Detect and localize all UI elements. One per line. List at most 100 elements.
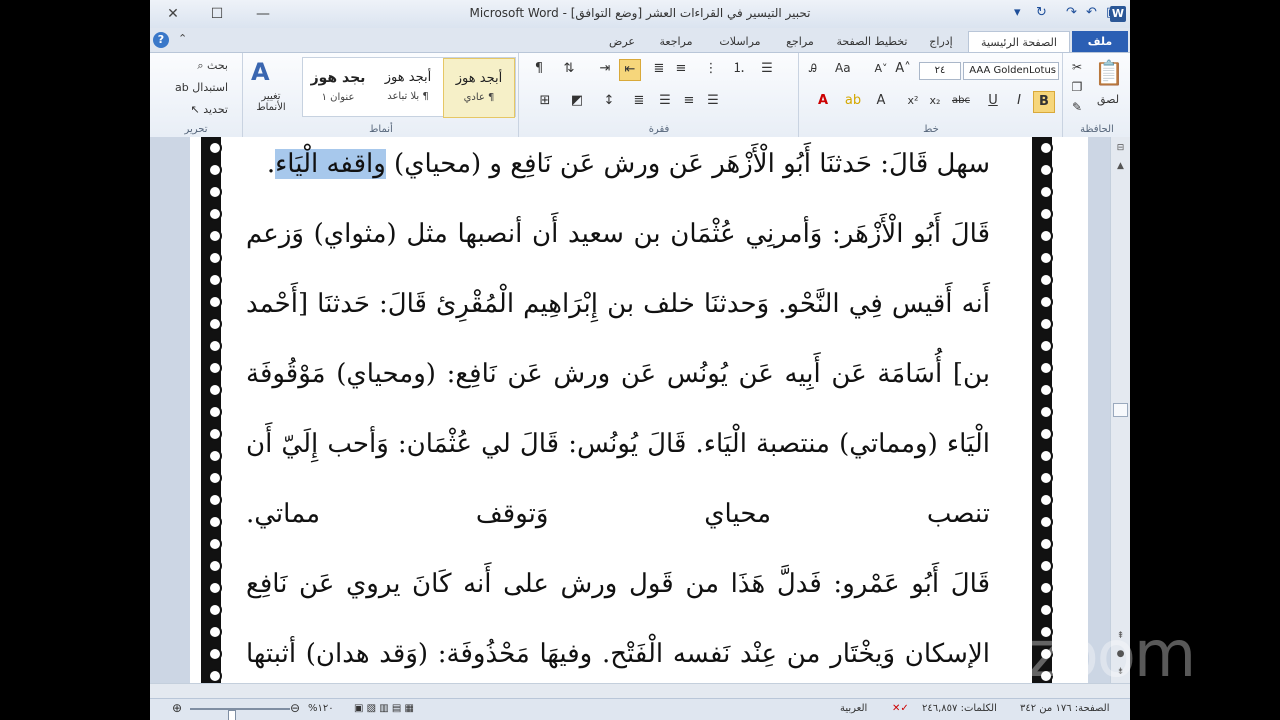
multilevel-list-icon[interactable]: ⋮ (701, 59, 721, 79)
align-right-icon[interactable]: ☰ (655, 91, 675, 111)
select-button[interactable]: تحديد ↖ (191, 103, 229, 116)
proofing-icon[interactable]: ✓✕ (892, 703, 909, 714)
bullet-list-icon[interactable]: ☰ (757, 59, 777, 79)
style-no-spacing[interactable]: أبجد هوز ¶ بلا تباعد (373, 58, 443, 116)
language-status[interactable]: العربية (840, 703, 867, 714)
refresh-icon[interactable]: ↻ (1036, 5, 1047, 20)
subscript-icon[interactable]: x₂ (925, 91, 945, 111)
view-buttons[interactable]: ▦ ▤ ▥ ▧ ▣ (354, 703, 414, 714)
word-logo-icon: W (1110, 6, 1126, 22)
paste-button[interactable]: لصق (1097, 93, 1119, 106)
doc-line-6: تنصب محياي وَتوقف مماتي. (246, 499, 990, 529)
qat-customize-icon[interactable]: ▾ (1014, 5, 1021, 20)
italic-icon[interactable]: I (1009, 91, 1029, 111)
increase-indent-icon[interactable]: ≣ (649, 59, 669, 79)
help-icon[interactable]: ? (153, 32, 169, 48)
page-count[interactable]: الصفحة: ١٧٦ من ٣٤٢ (1020, 703, 1110, 714)
find-button[interactable]: بحث ⌕ (197, 59, 228, 73)
border-flower-icon (1039, 295, 1053, 309)
doc-line-3: أَنه أَقيس فِي النَّحْو. وَحدثنَا خلف بن… (246, 289, 990, 319)
pilcrow-icon[interactable]: ¶ (529, 59, 549, 79)
line-spacing-icon[interactable]: ↕ (599, 91, 619, 111)
style-heading1[interactable]: بجد هوز عنوان ١ (303, 58, 373, 116)
superscript-icon[interactable]: x² (903, 91, 923, 111)
zoom-in-icon[interactable]: ⊕ (172, 701, 182, 715)
border-flower-icon (208, 647, 222, 661)
tab-insert[interactable]: إدراج (918, 31, 964, 52)
doc-line-2: قَالَ أَبُو الْأَزْهَر: وَأمرنِي عُثْمَا… (246, 219, 990, 249)
highlight-icon[interactable]: ab (843, 91, 863, 111)
font-size-box[interactable]: ٢٤ (919, 62, 961, 80)
border-flower-icon (208, 251, 222, 265)
zoom-out-icon[interactable]: ⊖ (290, 701, 300, 715)
zoom-slider[interactable] (190, 708, 290, 720)
group-paragraph: ¶ ⇅ ⇥ ⇤ ≣ ≡ ⋮ ⒈ ☰ ⊞ ◩ ↕ ≣ ☰ ≡ ☰ فقرة (518, 53, 799, 137)
vertical-scrollbar[interactable]: ⊟ ▲ ⇞ ● ⇟ (1110, 137, 1130, 683)
ltr-direction-icon[interactable]: ⇥ (595, 59, 615, 79)
scroll-up-icon[interactable]: ▲ (1113, 159, 1128, 174)
change-styles-button[interactable]: تغيير الأنماط (247, 91, 295, 113)
style-no-spacing-sample: أبجد هوز (384, 70, 432, 85)
collapse-ribbon-icon[interactable]: ⌃ (178, 32, 187, 45)
text-effects-icon[interactable]: A (871, 91, 891, 111)
shading-icon[interactable]: ◩ (567, 91, 587, 111)
redo-icon[interactable]: ↷ (1066, 5, 1077, 20)
border-flower-icon (1039, 339, 1053, 353)
tab-review[interactable]: مراجعة (648, 31, 704, 52)
change-case-button[interactable]: Aa (835, 61, 851, 75)
border-flower-icon (208, 427, 222, 441)
decrease-indent-icon[interactable]: ≡ (671, 59, 691, 79)
horizontal-scrollbar[interactable] (150, 683, 1130, 699)
undo-icon[interactable]: ↶ (1086, 5, 1097, 20)
tab-home[interactable]: الصفحة الرئيسية (968, 31, 1070, 53)
border-flower-icon (1039, 317, 1053, 331)
scroll-thumb[interactable] (1113, 403, 1128, 417)
group-editing: بحث ⌕ استبدال ab تحديد ↖ تحرير (150, 53, 242, 137)
cut-icon[interactable]: ✂ (1067, 57, 1087, 77)
zoom-knob[interactable] (228, 710, 236, 720)
document-page[interactable]: سهل قَالَ: حَدثنَا أَبُو الْأَزْهَر عَن … (190, 137, 1088, 683)
rtl-direction-icon[interactable]: ⇤ (619, 59, 641, 81)
format-painter-icon[interactable]: ✎ (1067, 97, 1087, 117)
zoom-level[interactable]: ١٢٠% (308, 703, 334, 714)
shrink-font-icon[interactable]: A˅ (871, 59, 891, 79)
font-color-icon[interactable]: A (813, 91, 833, 111)
justify-icon[interactable]: ≣ (629, 91, 649, 111)
tab-page-layout[interactable]: تخطيط الصفحة (830, 31, 914, 52)
border-flower-icon (208, 625, 222, 639)
font-name-box[interactable]: AAA GoldenLotus (963, 62, 1059, 80)
grow-font-icon[interactable]: A˄ (893, 59, 913, 79)
title-bar: ✕ ☐ — تحبير التيسير في القراءات العشر [و… (150, 0, 1130, 29)
underline-icon[interactable]: U (983, 91, 1003, 111)
border-flower-icon (208, 383, 222, 397)
sort-icon[interactable]: ⇅ (559, 59, 579, 79)
selected-text[interactable]: واقفه الْيَاء (275, 149, 386, 179)
copy-icon[interactable]: ❐ (1067, 77, 1087, 97)
bold-icon[interactable]: B (1033, 91, 1055, 113)
border-flower-icon (208, 295, 222, 309)
style-normal[interactable]: أبجد هوز ¶ عادي (443, 58, 515, 118)
tab-view[interactable]: عرض (600, 31, 644, 52)
doc-line-7: قَالَ أَبُو عَمْرو: فَدلَّ هَذَا من قَول… (246, 569, 990, 599)
align-left-icon[interactable]: ☰ (703, 91, 723, 111)
border-flower-icon (208, 537, 222, 551)
border-flower-icon (208, 493, 222, 507)
border-flower-icon (208, 339, 222, 353)
ruler-toggle-icon[interactable]: ⊟ (1113, 141, 1128, 156)
replace-button[interactable]: استبدال ab (175, 81, 228, 94)
tab-mailings[interactable]: مراسلات (710, 31, 770, 52)
paste-icon[interactable]: 📋 (1093, 57, 1125, 89)
borders-icon[interactable]: ⊞ (535, 91, 555, 111)
strikethrough-icon[interactable]: abc (951, 91, 971, 111)
tab-references[interactable]: مراجع (776, 31, 824, 52)
word-count[interactable]: الكلمات: ٢٤٦,٨٥٧ (922, 703, 997, 714)
border-flower-icon (1039, 559, 1053, 573)
clear-format-icon[interactable]: Ꭿ (803, 59, 823, 79)
center-icon[interactable]: ≡ (679, 91, 699, 111)
ribbon-tabs: ? ⌃ عرض مراجعة مراسلات مراجع تخطيط الصفح… (150, 28, 1130, 53)
border-flower-icon (208, 449, 222, 463)
tab-file[interactable]: ملف (1072, 31, 1128, 52)
numbered-list-icon[interactable]: ⒈ (729, 59, 749, 79)
styles-gallery: أبجد هوز ¶ عادي أبجد هوز ¶ بلا تباعد بجد… (302, 57, 516, 118)
change-styles-icon[interactable]: A (251, 57, 281, 87)
